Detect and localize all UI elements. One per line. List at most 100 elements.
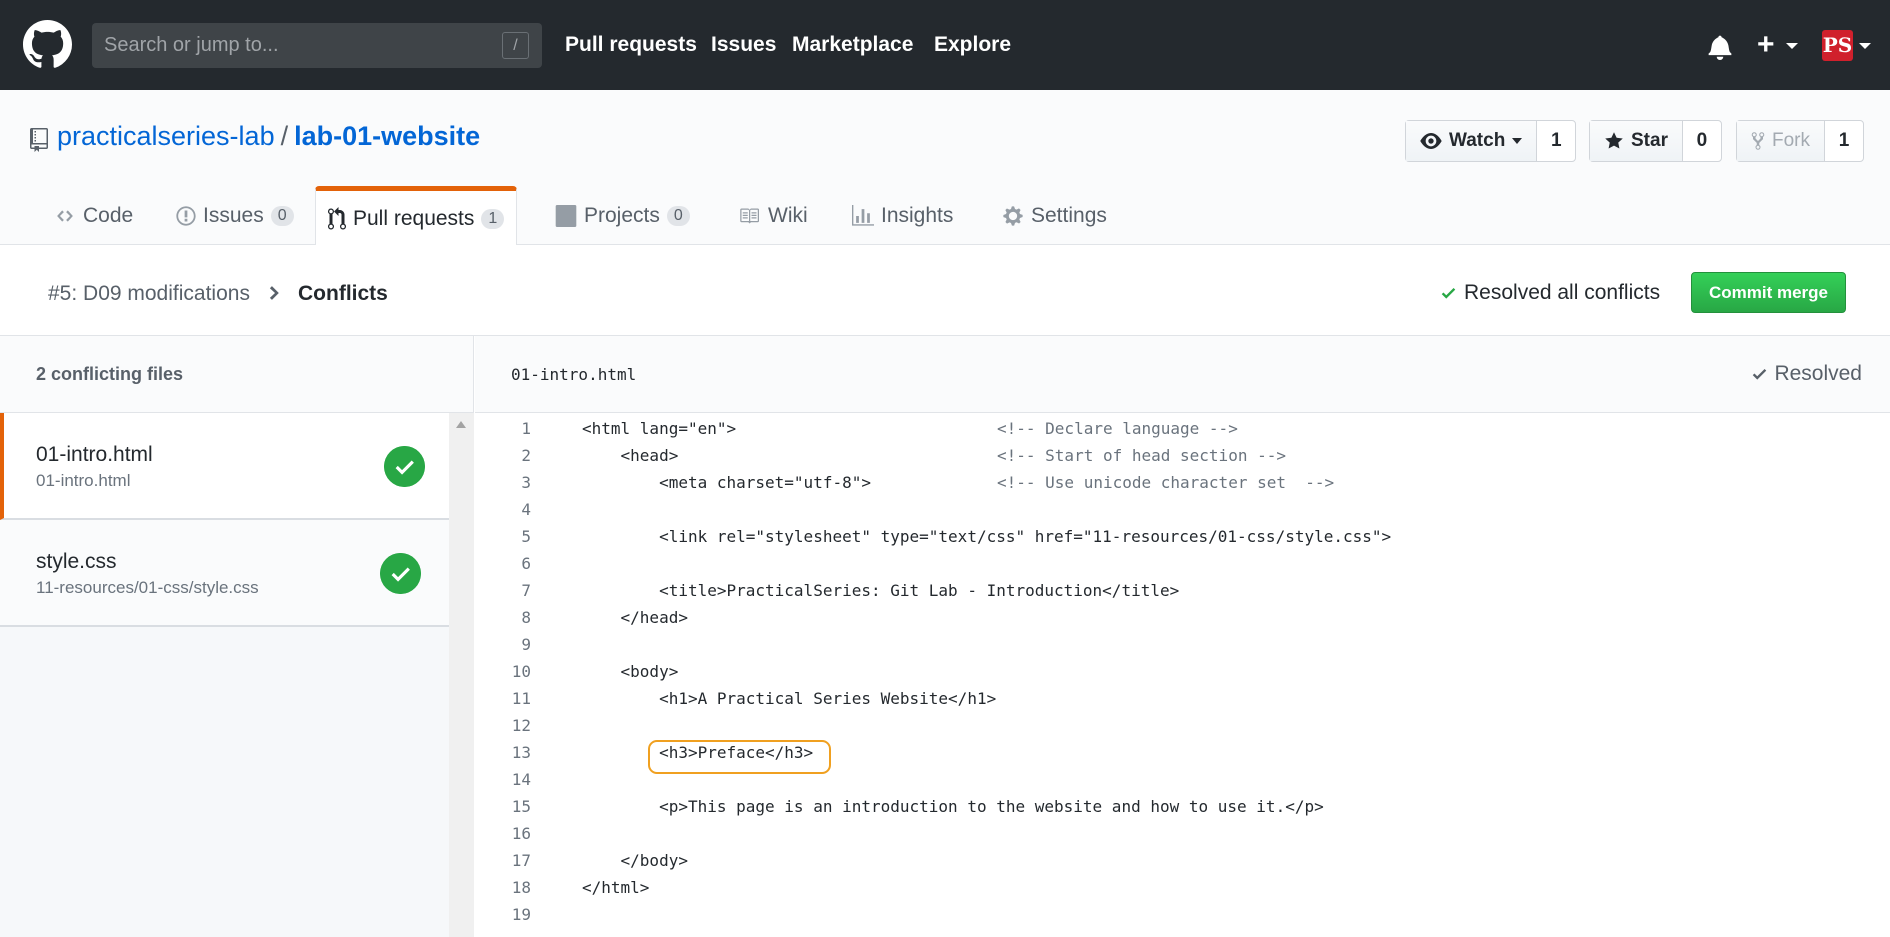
code-text: <meta charset="utf-8"> [582, 473, 871, 492]
line-number: 5 [521, 527, 531, 546]
line-number: 12 [511, 716, 531, 735]
code-line[interactable]: 19 [475, 901, 1890, 928]
code-text: <link rel="stylesheet" type="text/css" h… [582, 527, 1392, 546]
issue-icon [176, 205, 196, 226]
tab-settings[interactable]: Settings [990, 186, 1119, 245]
code-text: </body> [582, 851, 688, 870]
tab-projects[interactable]: Projects 0 [543, 186, 702, 245]
github-logo-icon[interactable] [23, 20, 72, 69]
line-number: 1 [521, 419, 531, 438]
line-number: 17 [511, 851, 531, 870]
line-number: 10 [511, 662, 531, 681]
code-line[interactable]: 4 [475, 496, 1890, 523]
code-text: <title>PracticalSeries: Git Lab - Introd… [582, 581, 1180, 600]
editor-filename: 01-intro.html [511, 365, 637, 384]
fork-button-group: Fork 1 [1736, 120, 1864, 162]
tab-settings-label: Settings [1031, 203, 1107, 227]
watch-count[interactable]: 1 [1537, 121, 1575, 161]
create-dropdown-caret-icon[interactable] [1786, 43, 1798, 49]
nav-issues[interactable]: Issues [711, 33, 776, 57]
code-line[interactable]: 2 <head> <!-- Start of head section --> [475, 442, 1890, 469]
code-line[interactable]: 17 </body> [475, 847, 1890, 874]
star-icon [1605, 132, 1623, 149]
sidebar-header: 2 conflicting files [0, 336, 474, 413]
star-button[interactable]: Star [1590, 121, 1683, 161]
search-input[interactable] [92, 23, 542, 68]
code-line[interactable]: 6 [475, 550, 1890, 577]
code-comment: <!-- Use unicode character set --> [997, 473, 1335, 492]
code-line[interactable]: 3 <meta charset="utf-8"> <!-- Use unicode… [475, 469, 1890, 496]
pull-request-icon [328, 206, 346, 230]
code-line[interactable]: 18 </html> [475, 874, 1890, 901]
code-line[interactable]: 8 </head> [475, 604, 1890, 631]
code-editor[interactable]: 1 <html lang="en"> <!-- Declare language -… [475, 413, 1890, 937]
file-item-01-intro[interactable]: 01-intro.html 01-intro.html [0, 413, 449, 520]
code-text: <p>This page is an introduction to the w… [582, 797, 1324, 816]
nav-marketplace[interactable]: Marketplace [792, 33, 913, 57]
nav-explore[interactable]: Explore [934, 33, 1011, 57]
line-number: 9 [521, 635, 531, 654]
repo-owner-link[interactable]: practicalseries-lab [57, 121, 275, 151]
tab-pull-requests[interactable]: Pull requests 1 [315, 186, 518, 246]
watch-button[interactable]: Watch [1406, 121, 1538, 161]
code-line[interactable]: 1 <html lang="en"> <!-- Declare language -… [475, 415, 1890, 442]
fork-button[interactable]: Fork [1737, 121, 1825, 161]
code-icon [57, 209, 73, 222]
line-number: 13 [511, 743, 531, 762]
highlight-annotation [648, 740, 831, 774]
tab-issues-counter: 0 [270, 205, 294, 226]
bell-icon[interactable] [1708, 34, 1732, 60]
global-header: / Pull requests Issues Marketplace Explo… [0, 0, 1890, 90]
tab-code[interactable]: Code [42, 186, 145, 245]
fork-count[interactable]: 1 [1825, 121, 1863, 161]
scroll-up-arrow-icon[interactable] [456, 421, 466, 428]
avatar-dropdown-caret-icon[interactable] [1859, 43, 1871, 49]
resolved-check-icon [380, 553, 421, 594]
watch-dropdown-caret-icon [1512, 138, 1523, 144]
avatar[interactable]: PS [1822, 30, 1853, 61]
nav-pull-requests[interactable]: Pull requests [565, 33, 697, 57]
conflicting-files-sidebar: 2 conflicting files 01-intro.html 01-int… [0, 336, 474, 937]
create-new-icon[interactable]: + [1757, 30, 1775, 60]
code-line[interactable]: 5 <link rel="stylesheet" type="text/css"… [475, 523, 1890, 550]
code-line[interactable]: 11 <h1>A Practical Series Website</h1> [475, 685, 1890, 712]
sidebar-scrollbar[interactable] [449, 413, 474, 937]
repo-name-link[interactable]: lab-01-website [294, 121, 480, 151]
watch-button-group: Watch 1 [1405, 120, 1577, 162]
code-line[interactable]: 7 <title>PracticalSeries: Git Lab - Intr… [475, 577, 1890, 604]
star-count[interactable]: 0 [1683, 121, 1721, 161]
line-number: 19 [511, 905, 531, 924]
conflicting-files-list: 01-intro.html 01-intro.html style.css 11… [0, 413, 449, 937]
line-number: 6 [521, 554, 531, 573]
tab-issues[interactable]: Issues 0 [164, 186, 306, 245]
line-number: 14 [511, 770, 531, 789]
code-comment: <!-- Declare language --> [997, 419, 1238, 438]
breadcrumb-pull-request-link[interactable]: #5: D09 modifications [48, 282, 250, 306]
file-name: 01-intro.html [36, 443, 153, 466]
repo-icon [30, 128, 48, 152]
tab-wiki[interactable]: Wiki [725, 186, 820, 245]
file-item-style-css[interactable]: style.css 11-resources/01-css/style.css [0, 520, 449, 627]
code-line[interactable]: 9 [475, 631, 1890, 658]
search-shortcut-key: / [502, 32, 529, 59]
line-number: 8 [521, 608, 531, 627]
resolved-status-label: Resolved all conflicts [1464, 281, 1661, 304]
code-line[interactable]: 10 <body> [475, 658, 1890, 685]
code-text: </html> [582, 878, 650, 897]
resolved-check-icon [384, 446, 425, 487]
line-number: 15 [511, 797, 531, 816]
graph-icon [852, 204, 874, 226]
code-line[interactable]: 15 <p>This page is an introduction to th… [475, 793, 1890, 820]
editor-header: 01-intro.html Resolved [475, 336, 1890, 413]
search-box[interactable]: / [92, 23, 542, 68]
book-icon [740, 208, 759, 223]
code-line[interactable]: 16 [475, 820, 1890, 847]
check-icon [1753, 368, 1767, 380]
file-path: 11-resources/01-css/style.css [36, 578, 259, 597]
code-text: <h1>A Practical Series Website</h1> [582, 689, 997, 708]
code-comment: <!-- Start of head section --> [997, 446, 1286, 465]
commit-merge-button[interactable]: Commit merge [1691, 272, 1846, 313]
star-label: Star [1631, 130, 1668, 151]
tab-insights[interactable]: Insights [840, 186, 965, 245]
code-line[interactable]: 12 [475, 712, 1890, 739]
